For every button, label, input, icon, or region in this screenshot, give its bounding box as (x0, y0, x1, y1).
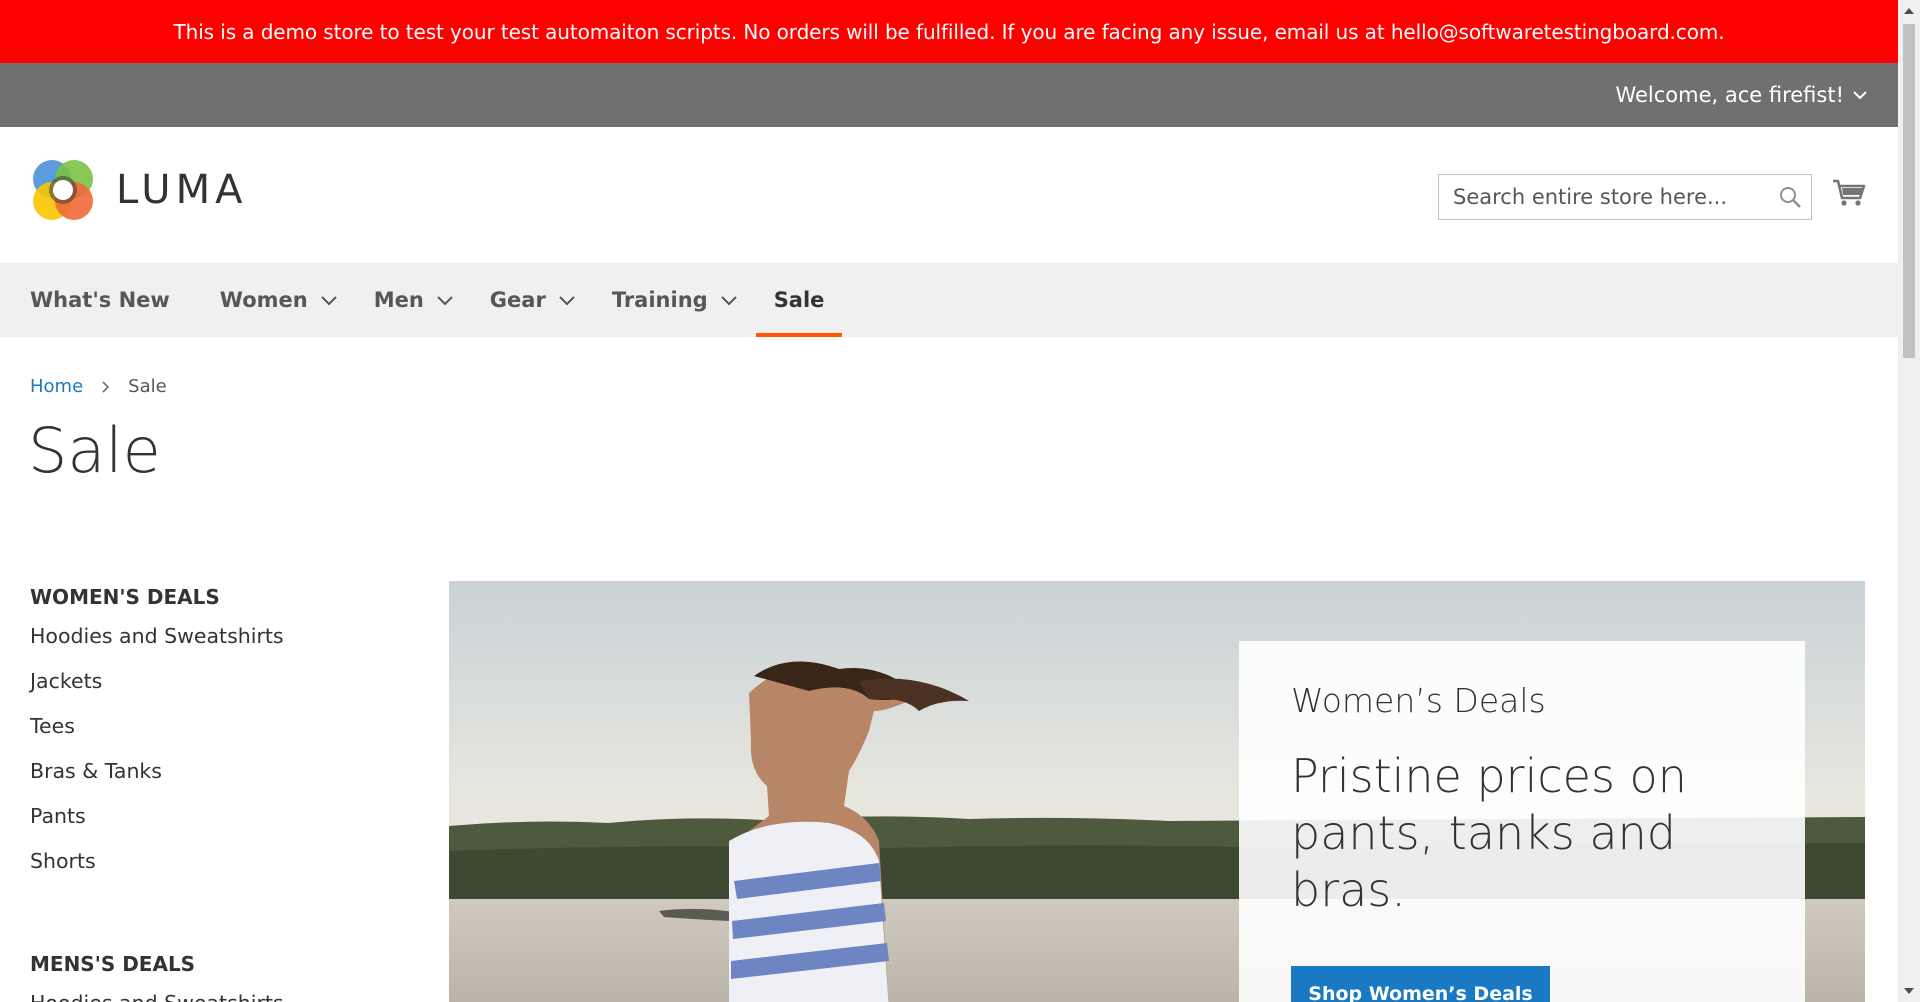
search-input[interactable] (1439, 176, 1769, 218)
breadcrumb-home-link[interactable]: Home (30, 376, 83, 397)
demo-notice-text: This is a demo store to test your test a… (173, 19, 1725, 44)
chevron-down-icon (720, 295, 737, 305)
shop-womens-deals-button[interactable]: Shop Women’s Deals (1291, 966, 1550, 1002)
header: LUMA (0, 127, 1898, 263)
scrollbar-thumb[interactable] (1903, 24, 1915, 358)
panel-header: Welcome, ace firefist! (0, 63, 1898, 127)
nav-item-women[interactable]: Women (202, 263, 356, 337)
logo[interactable]: LUMA (30, 157, 247, 223)
promo-card: Women’s Deals Pristine prices on pants, … (1239, 641, 1805, 1002)
scroll-down-arrow-icon[interactable] (1898, 980, 1920, 1002)
mens-deals-list: Hoodies and Sweatshirts (30, 981, 390, 1002)
nav-label: Training (611, 288, 708, 312)
chevron-down-icon (437, 295, 453, 305)
sidebar-item-womens-pants[interactable]: Pants (30, 794, 390, 839)
womens-deals-list: Hoodies and Sweatshirts Jackets Tees Bra… (30, 614, 390, 884)
demo-notice-bar: This is a demo store to test your test a… (0, 0, 1898, 63)
chevron-right-icon (101, 380, 110, 394)
search-button[interactable] (1769, 175, 1811, 219)
luma-logo-icon (33, 160, 93, 220)
chevron-down-icon (1853, 91, 1867, 100)
page-viewport: This is a demo store to test your test a… (0, 0, 1898, 1002)
promo-headline: Pristine prices on pants, tanks and bras… (1291, 749, 1687, 917)
nav-label: Women (219, 288, 308, 312)
nav-item-whats-new[interactable]: What's New (12, 263, 188, 337)
breadcrumb: Home Sale (30, 376, 167, 397)
nav-item-training[interactable]: Training (594, 263, 756, 337)
nav-label: What's New (30, 288, 170, 312)
promo-subtitle: Women’s Deals (1291, 681, 1546, 720)
scroll-up-arrow-icon[interactable] (1898, 0, 1920, 22)
search-icon (1780, 187, 1801, 208)
nav-label: Gear (489, 288, 546, 312)
sidebar-item-womens-tees[interactable]: Tees (30, 704, 390, 749)
welcome-text: Welcome, ace firefist! (1615, 83, 1844, 107)
vertical-scrollbar[interactable] (1898, 0, 1920, 1002)
sidebar-womens-deals-title: WOMEN'S DEALS (30, 585, 220, 609)
shopping-cart-icon (1833, 179, 1866, 206)
sidebar: WOMEN'S DEALS Hoodies and Sweatshirts Ja… (30, 580, 390, 1002)
womens-deals-banner[interactable]: Women’s Deals Pristine prices on pants, … (449, 581, 1865, 1002)
main-navigation: What's New Women Men Gear Training Sale (0, 263, 1898, 337)
nav-label: Sale (773, 288, 825, 312)
sidebar-item-womens-shorts[interactable]: Shorts (30, 839, 390, 884)
search-box (1438, 174, 1812, 220)
nav-label: Men (373, 288, 424, 312)
logo-text: LUMA (116, 167, 248, 213)
sidebar-item-womens-jackets[interactable]: Jackets (30, 659, 390, 704)
sidebar-item-womens-hoodies[interactable]: Hoodies and Sweatshirts (30, 614, 390, 659)
customer-welcome-menu[interactable]: Welcome, ace firefist! (1615, 63, 1868, 127)
nav-item-gear[interactable]: Gear (472, 263, 594, 337)
minicart-button[interactable] (1832, 178, 1866, 212)
sidebar-item-mens-hoodies[interactable]: Hoodies and Sweatshirts (30, 981, 390, 1002)
sidebar-item-womens-bras-tanks[interactable]: Bras & Tanks (30, 749, 390, 794)
sidebar-mens-deals-title: MENS'S DEALS (30, 952, 196, 976)
nav-item-sale[interactable]: Sale (755, 263, 843, 337)
chevron-down-icon (320, 295, 337, 305)
chevron-down-icon (559, 295, 575, 305)
page-title: Sale (28, 414, 161, 487)
nav-item-men[interactable]: Men (356, 263, 472, 337)
breadcrumb-current: Sale (128, 376, 167, 397)
